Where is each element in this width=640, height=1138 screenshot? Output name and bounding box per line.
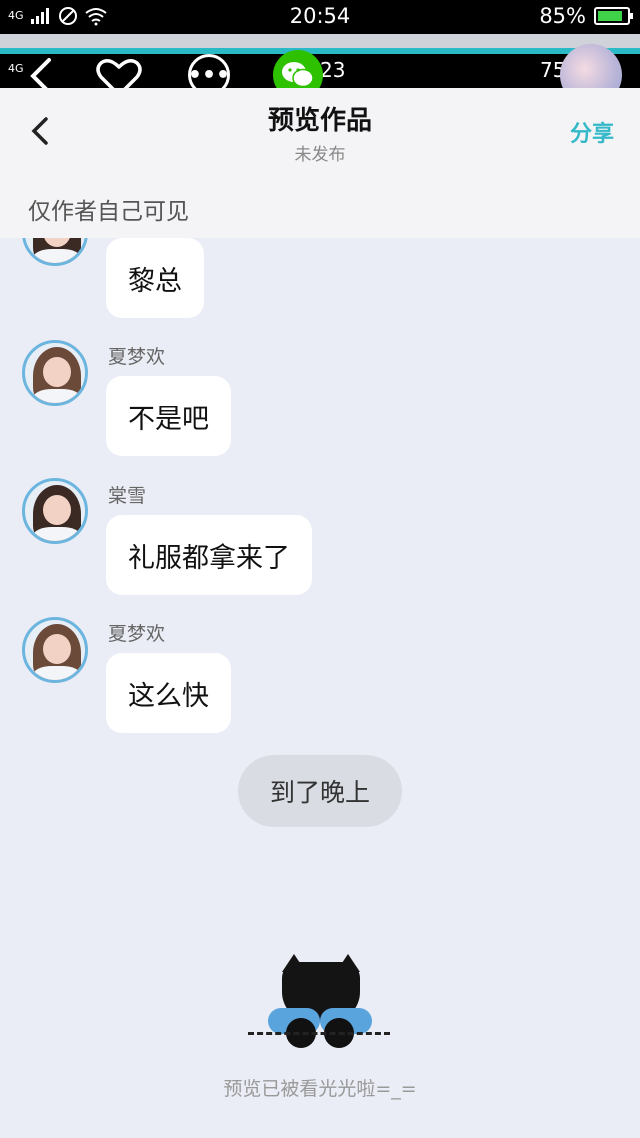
sender-avatar[interactable] [22,617,88,683]
narration-bubble[interactable]: 到了晚上 [238,755,402,827]
end-of-preview-text: 预览已被看光光啦=_= [223,1078,417,1100]
inner-time: 23 [320,58,346,82]
sender-name: 夏梦欢 [108,346,166,368]
message-bubble[interactable]: 黎总 [106,238,204,318]
peeking-cat-illustration [248,954,390,1054]
overlay-strip [0,34,640,48]
visibility-notice: 仅作者自己可见 [0,172,640,238]
message-bubble[interactable]: 不是吧 [106,376,231,456]
publish-status: 未发布 [294,145,346,165]
message-bubble[interactable]: 这么快 [106,653,231,733]
visibility-notice-text: 仅作者自己可见 [28,199,189,225]
battery-percent: 85% [539,4,586,28]
chat-list[interactable]: 黎总 夏梦欢 不是吧 棠雪 礼服都拿来了 夏梦欢 这么快 到了晚上 预览已被看光… [0,238,640,1138]
sender-avatar[interactable] [22,340,88,406]
status-bar: 4G 20:54 85% [0,0,640,34]
sender-name: 棠雪 [108,485,147,507]
sender-avatar[interactable] [22,238,88,266]
message-bubble[interactable]: 礼服都拿来了 [106,515,312,595]
sender-name: 夏梦欢 [108,623,166,645]
status-right: 85% [539,4,633,28]
app-header: 预览作品 未发布 分享 [0,88,640,172]
page-title: 预览作品 [267,106,372,136]
sender-avatar[interactable] [22,478,88,544]
share-button[interactable]: 分享 [570,116,614,148]
battery-icon [594,7,633,25]
